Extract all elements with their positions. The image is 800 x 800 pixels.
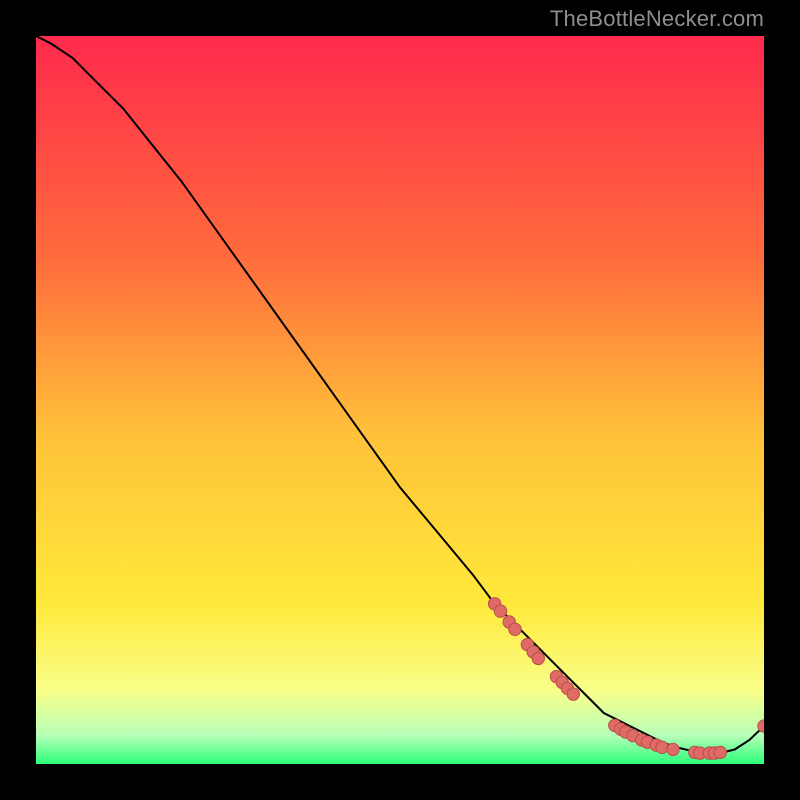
data-point [509, 623, 521, 635]
chart-frame: TheBottleNecker.com [0, 0, 800, 800]
data-point [656, 741, 668, 753]
data-point [667, 743, 679, 755]
watermark-text: TheBottleNecker.com [550, 6, 764, 32]
data-point [494, 605, 506, 617]
chart-svg [36, 36, 764, 764]
data-point [714, 746, 726, 758]
plot-area [36, 36, 764, 764]
data-point [567, 688, 579, 700]
gradient-background [36, 36, 764, 764]
data-point [532, 652, 544, 664]
